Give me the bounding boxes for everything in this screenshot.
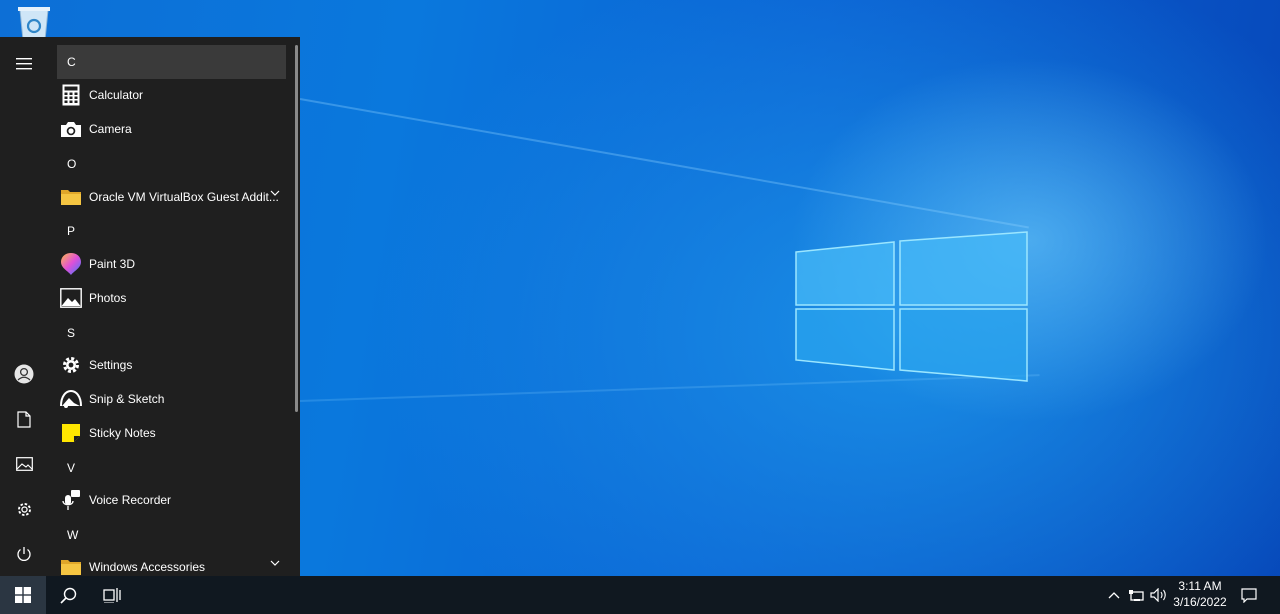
letter-header-v[interactable]: V	[57, 451, 286, 485]
photos-icon	[57, 284, 85, 312]
app-settings[interactable]: Settings	[57, 348, 286, 382]
account-icon	[14, 364, 34, 384]
letter-header-s[interactable]: S	[57, 316, 286, 350]
hamburger-icon	[16, 58, 32, 70]
settings-button[interactable]	[0, 487, 48, 531]
pictures-button[interactable]	[0, 442, 48, 486]
network-button[interactable]	[1126, 576, 1148, 614]
expand-menu-button[interactable]	[0, 42, 48, 86]
app-camera[interactable]: Camera	[57, 112, 286, 146]
speaker-icon	[1150, 588, 1166, 602]
show-hidden-icons-button[interactable]	[1104, 576, 1124, 614]
action-center-button[interactable]	[1232, 576, 1266, 614]
app-calculator[interactable]: Calculator	[57, 78, 286, 112]
account-button[interactable]	[0, 352, 48, 396]
clock-time: 3:11 AM	[1178, 579, 1222, 593]
letter-header-o[interactable]: O	[57, 147, 286, 181]
snip-icon	[57, 385, 85, 413]
chevron-down-icon	[270, 560, 280, 566]
app-windows-accessories-folder[interactable]: Windows Accessories	[57, 550, 286, 576]
search-icon	[59, 587, 76, 604]
app-photos[interactable]: Photos	[57, 281, 286, 315]
app-list-scrollbar[interactable]	[295, 45, 298, 412]
windows-logo-icon	[15, 587, 31, 603]
app-snip-sketch[interactable]: Snip & Sketch	[57, 382, 286, 416]
taskbar: 3:11 AM 3/16/2022	[0, 576, 1280, 614]
app-paint-3d[interactable]: Paint 3D	[57, 247, 286, 281]
start-menu: C Calculator Camera O Oracle VM VirtualB…	[0, 37, 300, 576]
documents-button[interactable]	[0, 397, 48, 441]
network-icon	[1129, 590, 1144, 601]
power-button[interactable]	[0, 532, 48, 576]
clock[interactable]: 3:11 AM 3/16/2022	[1168, 578, 1232, 612]
power-icon	[17, 547, 31, 561]
calculator-icon	[57, 81, 85, 109]
app-voice-recorder[interactable]: Voice Recorder	[57, 483, 286, 517]
light-beam	[299, 98, 1029, 229]
app-list: C Calculator Camera O Oracle VM VirtualB…	[57, 37, 289, 576]
pictures-icon	[15, 457, 33, 471]
volume-button[interactable]	[1148, 576, 1170, 614]
folder-icon	[57, 183, 85, 211]
start-rail	[0, 37, 48, 576]
sticky-notes-icon	[57, 419, 85, 447]
letter-header-c[interactable]: C	[57, 45, 286, 79]
clock-date: 3/16/2022	[1173, 595, 1227, 609]
letter-header-w[interactable]: W	[57, 518, 286, 552]
task-view-icon	[103, 588, 121, 603]
settings-icon	[17, 502, 31, 516]
chevron-up-icon	[1108, 592, 1120, 599]
windows-logo-wallpaper	[795, 231, 1028, 382]
camera-icon	[57, 115, 85, 143]
start-button[interactable]	[0, 576, 46, 614]
search-button[interactable]	[46, 576, 90, 614]
app-sticky-notes[interactable]: Sticky Notes	[57, 416, 286, 450]
task-view-button[interactable]	[90, 576, 134, 614]
letter-header-p[interactable]: P	[57, 214, 286, 248]
paint3d-icon	[57, 250, 85, 278]
recycle-bin-icon[interactable]	[14, 4, 54, 40]
chevron-down-icon	[270, 190, 280, 196]
documents-icon	[17, 410, 31, 428]
folder-icon	[57, 553, 85, 576]
app-virtualbox-folder[interactable]: Oracle VM VirtualBox Guest Addit...	[57, 180, 286, 214]
microphone-icon	[57, 486, 85, 514]
gear-icon	[57, 351, 85, 379]
notification-icon	[1241, 587, 1257, 603]
